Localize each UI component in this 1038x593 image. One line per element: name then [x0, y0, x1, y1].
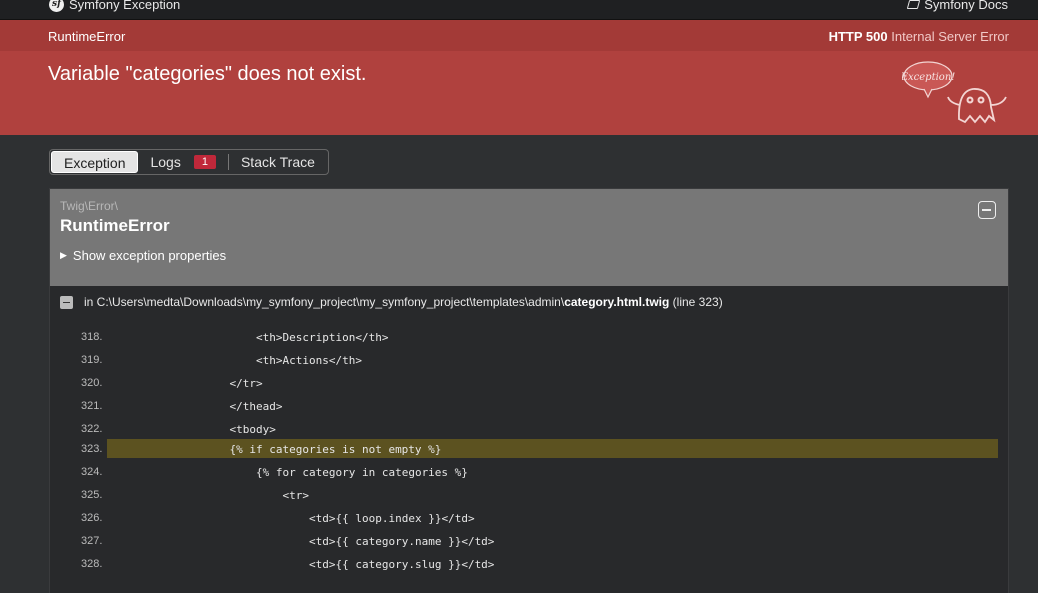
line-number: 323. — [81, 443, 103, 455]
line-number: 328. — [81, 558, 103, 570]
line-number: 321. — [81, 400, 103, 412]
line-number: 320. — [81, 377, 103, 389]
code-line: 327. <td>{{ category.name }}</td> — [50, 531, 1008, 551]
top-bar: sf Symfony Exception Symfony Docs — [0, 0, 1038, 20]
code-line: 321. </thead> — [50, 396, 1008, 416]
line-source: <td>{{ loop.index }}</td> — [309, 512, 475, 525]
code-line: 319. <th>Actions</th> — [50, 350, 1008, 370]
line-source: </thead> — [229, 400, 283, 413]
code-line: 324. {% for category in categories %} — [50, 462, 1008, 482]
code-line: 325. <tr> — [50, 485, 1008, 505]
status-text: Internal Server Error — [891, 29, 1009, 44]
code-line: 328. <td>{{ category.slug }}</td> — [50, 554, 1008, 574]
collapse-trace-icon[interactable] — [60, 295, 73, 309]
status-code: HTTP 500 — [828, 29, 888, 44]
exception-class-title: RuntimeError — [60, 216, 170, 235]
file-line-number: (line 323) — [672, 295, 723, 309]
tab-navigation: Exception Logs 1 Stack Trace — [49, 149, 329, 175]
line-number: 324. — [81, 466, 103, 478]
tab-logs-label: Logs — [150, 154, 181, 170]
code-line: 320. </tr> — [50, 373, 1008, 393]
exception-message: Variable "categories" does not exist. — [48, 63, 367, 85]
line-source: </tr> — [229, 377, 263, 390]
trace-file-line: in C:\Users\medta\Downloads\my_symfony_p… — [60, 295, 723, 309]
file-path: in C:\Users\medta\Downloads\my_symfony_p… — [84, 295, 565, 309]
docs-label: Symfony Docs — [924, 0, 1008, 12]
line-number: 318. — [81, 331, 103, 343]
line-source: <th>Actions</th> — [256, 354, 362, 367]
symfony-docs-link[interactable]: Symfony Docs — [906, 0, 1008, 12]
file-name: category.html.twig — [564, 295, 670, 309]
collapse-panel-button[interactable] — [978, 201, 996, 219]
tab-stack-trace[interactable]: Stack Trace — [229, 151, 327, 173]
exception-class: RuntimeError — [48, 29, 126, 44]
line-number: 326. — [81, 512, 103, 524]
exception-panel-header: Twig\Error\ RuntimeError ▶ Show exceptio… — [50, 189, 1008, 286]
line-number: 327. — [81, 535, 103, 547]
code-line: 323. {% if categories is not empty %} — [50, 439, 1008, 459]
line-source: <th>Description</th> — [256, 331, 389, 344]
http-status: HTTP 500 Internal Server Error — [829, 29, 1009, 44]
code-line: 318. <th>Description</th> — [50, 327, 1008, 347]
line-source: <td>{{ category.name }}</td> — [309, 535, 495, 548]
show-exception-properties-toggle[interactable]: ▶ Show exception properties — [60, 248, 226, 263]
tab-exception-label: Exception — [64, 155, 126, 171]
symfony-brand[interactable]: sf Symfony Exception — [49, 0, 180, 12]
triangle-right-icon: ▶ — [60, 250, 67, 260]
exception-ghost-icon: Exception! — [902, 61, 1007, 124]
exception-header: RuntimeError HTTP 500 Internal Server Er… — [0, 20, 1038, 135]
line-source: {% for category in categories %} — [256, 466, 468, 479]
line-source: {% if categories is not empty %} — [229, 443, 442, 456]
line-number: 325. — [81, 489, 103, 501]
line-source: <tbody> — [229, 423, 276, 436]
book-icon — [906, 0, 921, 9]
line-source: <td>{{ category.slug }}</td> — [309, 558, 495, 571]
code-line: 326. <td>{{ loop.index }}</td> — [50, 508, 1008, 528]
tab-stack-trace-label: Stack Trace — [240, 154, 315, 170]
mascot-text: Exception! — [902, 72, 955, 83]
props-toggle-label: Show exception properties — [72, 248, 227, 263]
tab-exception[interactable]: Exception — [51, 151, 139, 173]
exception-namespace: Twig\Error\ — [60, 199, 119, 213]
symfony-logo-icon: sf — [49, 0, 64, 12]
logs-count-badge: 1 — [193, 155, 216, 170]
exception-panel: Twig\Error\ RuntimeError ▶ Show exceptio… — [49, 188, 1009, 593]
tab-logs[interactable]: Logs 1 — [138, 151, 227, 173]
line-source: <tr> — [282, 489, 310, 502]
line-number: 319. — [81, 354, 103, 366]
code-line: 322. <tbody> — [50, 419, 1008, 439]
brand-label: Symfony Exception — [69, 0, 181, 12]
line-number: 322. — [81, 423, 103, 435]
